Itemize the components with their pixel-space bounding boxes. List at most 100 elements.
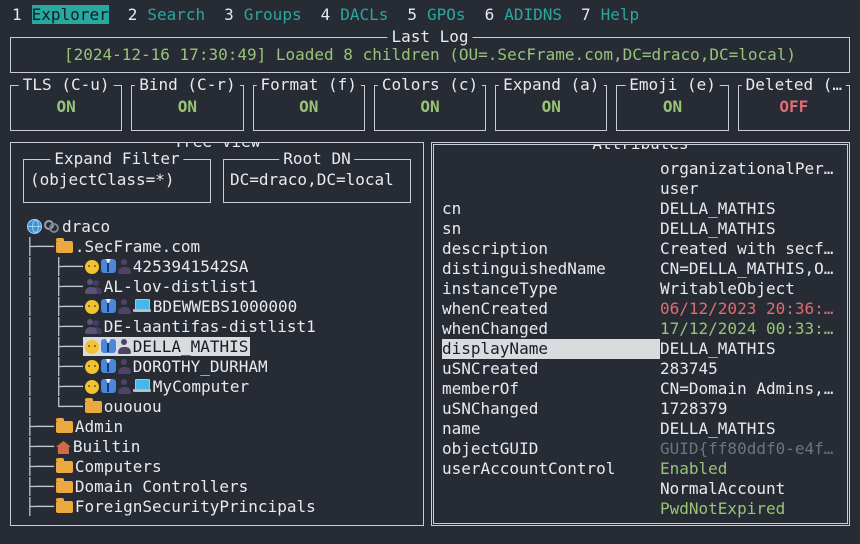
- tree-row-ououou[interactable]: │ └──ououou: [25, 397, 423, 417]
- attribute-value: CN=DELLA_MATHIS,O…: [660, 259, 839, 279]
- house-icon: [56, 441, 71, 454]
- attribute-row-usnchanged[interactable]: uSNChanged1728379: [442, 399, 839, 419]
- tree-row-mycomputer[interactable]: │ ├──MyComputer: [25, 377, 423, 397]
- tree-row-della-mathis[interactable]: │ ├──DELLA_MATHIS: [25, 337, 423, 357]
- expand-filter-box: Expand Filter (objectClass=*): [23, 159, 211, 203]
- tree-row-al-lov-distlist1[interactable]: │ ├──AL-lov-distlist1: [25, 277, 423, 297]
- tree-node-label: Admin: [75, 417, 123, 436]
- tree-guide: ├──: [25, 237, 54, 256]
- tree-node: ououou: [83, 397, 164, 416]
- bust-icon: [118, 339, 131, 354]
- bust-icon: [118, 299, 131, 314]
- attribute-name: userAccountControl: [442, 459, 660, 479]
- attribute-row-organizationalper[interactable]: organizationalPer…: [442, 159, 839, 179]
- attribute-name: sn: [442, 219, 660, 239]
- attribute-row-normalaccount[interactable]: NormalAccount: [442, 479, 839, 499]
- tree-row-builtin[interactable]: ├──Builtin: [25, 437, 423, 457]
- attribute-value: DELLA_MATHIS: [660, 219, 839, 239]
- laptop-icon: [133, 299, 151, 313]
- tree-row-computers[interactable]: ├──Computers: [25, 457, 423, 477]
- attribute-row-whencreated[interactable]: whenCreated06/12/2023 20:36:…: [442, 299, 839, 319]
- tree-row-admin[interactable]: ├──Admin: [25, 417, 423, 437]
- tab-number: 7: [581, 5, 591, 24]
- tree-row-secframe-com[interactable]: ├──.SecFrame.com: [25, 237, 423, 257]
- attribute-row-memberof[interactable]: memberOfCN=Domain Admins,…: [442, 379, 839, 399]
- toggle-bind[interactable]: Bind (C-r)ON: [131, 85, 243, 131]
- tab-number: 3: [224, 5, 234, 24]
- toggle-deleted[interactable]: Deleted (…OFF: [738, 85, 850, 131]
- attribute-row-instancetype[interactable]: instanceTypeWritableObject: [442, 279, 839, 299]
- attribute-value: 17/12/2024 00:33:…: [660, 319, 839, 339]
- attribute-value: GUID{ff80ddf0-e4f…: [660, 439, 839, 459]
- attribute-row-whenchanged[interactable]: whenChanged17/12/2024 00:33:…: [442, 319, 839, 339]
- tree-row-draco[interactable]: draco: [25, 217, 423, 237]
- attribute-value: DELLA_MATHIS: [660, 199, 839, 219]
- tab-label: Explorer: [32, 5, 109, 24]
- attribute-name: displayName: [442, 339, 660, 359]
- user-icon: [85, 340, 99, 354]
- tab-search[interactable]: 2Search: [128, 5, 205, 30]
- attribute-value: user: [660, 179, 839, 199]
- attribute-row-cn[interactable]: cnDELLA_MATHIS: [442, 199, 839, 219]
- tab-adidns[interactable]: 6ADIDNS: [485, 5, 562, 30]
- attribute-row-sn[interactable]: snDELLA_MATHIS: [442, 219, 839, 239]
- toggle-format[interactable]: Format (f)ON: [253, 85, 365, 131]
- attributes-panel: Attributes organizationalPer…usercnDELLA…: [431, 142, 850, 526]
- tree-guide: ├──: [25, 497, 54, 516]
- tab-groups[interactable]: 3 Groups: [224, 5, 301, 30]
- tree-row-domain-controllers[interactable]: ├──Domain Controllers: [25, 477, 423, 497]
- tree-row-dorothy-durham[interactable]: │ ├──DOROTHY_DURHAM: [25, 357, 423, 377]
- tree-node: Computers: [54, 457, 164, 476]
- tree-row-bdewwebs1000000[interactable]: │ ├──BDEWWEBS1000000: [25, 297, 423, 317]
- attribute-row-user[interactable]: user: [442, 179, 839, 199]
- attribute-row-objectguid[interactable]: objectGUIDGUID{ff80ddf0-e4f…: [442, 439, 839, 459]
- attribute-row-displayname[interactable]: displayNameDELLA_MATHIS: [442, 339, 839, 359]
- attribute-row-description[interactable]: descriptionCreated with secf…: [442, 239, 839, 259]
- tree-row-foreignsecurityprincipals[interactable]: ├──ForeignSecurityPrincipals: [25, 497, 423, 517]
- attribute-value: CN=Domain Admins,…: [660, 379, 839, 399]
- laptop-icon: [133, 379, 151, 393]
- suit-icon: [101, 339, 116, 353]
- toggle-tls[interactable]: TLS (C-u)ON: [10, 85, 122, 131]
- tab-label: Search: [147, 5, 205, 24]
- tree-node-label: MyComputer: [153, 377, 249, 396]
- tree-node: Builtin: [54, 437, 142, 456]
- attribute-row-pwdnotexpired[interactable]: PwdNotExpired: [442, 499, 839, 519]
- attribute-row-name[interactable]: nameDELLA_MATHIS: [442, 419, 839, 439]
- attribute-row-distinguishedname[interactable]: distinguishedNameCN=DELLA_MATHIS,O…: [442, 259, 839, 279]
- toggle-emoji[interactable]: Emoji (e)ON: [616, 85, 728, 131]
- toggle-title: Expand (a): [499, 75, 603, 95]
- folder-icon: [56, 461, 73, 473]
- attribute-name: name: [442, 419, 660, 439]
- tab-label: Groups: [244, 5, 302, 24]
- tab-dacls[interactable]: 4DACLs: [321, 5, 389, 30]
- tree-filter-row: Expand Filter (objectClass=*) Root DN DC…: [23, 159, 411, 203]
- attribute-name: objectGUID: [442, 439, 660, 459]
- tree-guide: ├──: [25, 477, 54, 496]
- tree-row-de-laantifas-distlist1[interactable]: │ ├──DE-laantifas-distlist1: [25, 317, 423, 337]
- attribute-name: instanceType: [442, 279, 660, 299]
- attribute-name: [442, 499, 660, 519]
- folder-icon: [56, 421, 73, 433]
- attribute-row-usncreated[interactable]: uSNCreated283745: [442, 359, 839, 379]
- tab-explorer[interactable]: 1Explorer: [12, 5, 109, 30]
- toggle-expand[interactable]: Expand (a)ON: [495, 85, 607, 131]
- attribute-row-useraccountcontrol[interactable]: userAccountControlEnabled: [442, 459, 839, 479]
- tree-node: Admin: [54, 417, 125, 436]
- tree-node-label: draco: [62, 217, 110, 236]
- attribute-name: cn: [442, 199, 660, 219]
- suit-icon: [101, 359, 116, 373]
- suit-icon: [101, 259, 116, 273]
- attribute-name: memberOf: [442, 379, 660, 399]
- attribute-value: 283745: [660, 359, 839, 379]
- tab-help[interactable]: 7 Help: [581, 5, 639, 30]
- bust-icon: [118, 379, 131, 394]
- tab-label: Help: [601, 5, 640, 24]
- tree-node-label: DOROTHY_DURHAM: [133, 357, 268, 376]
- tree-guide: │ ├──: [25, 277, 83, 296]
- folder-icon: [85, 401, 102, 413]
- toggle-colors[interactable]: Colors (c)ON: [374, 85, 486, 131]
- attributes-table: organizationalPer…usercnDELLA_MATHISsnDE…: [434, 159, 847, 519]
- tree-view-panel: Tree View Expand Filter (objectClass=*) …: [10, 142, 424, 526]
- tree-row-4253941542sa[interactable]: │ ├──4253941542SA: [25, 257, 423, 277]
